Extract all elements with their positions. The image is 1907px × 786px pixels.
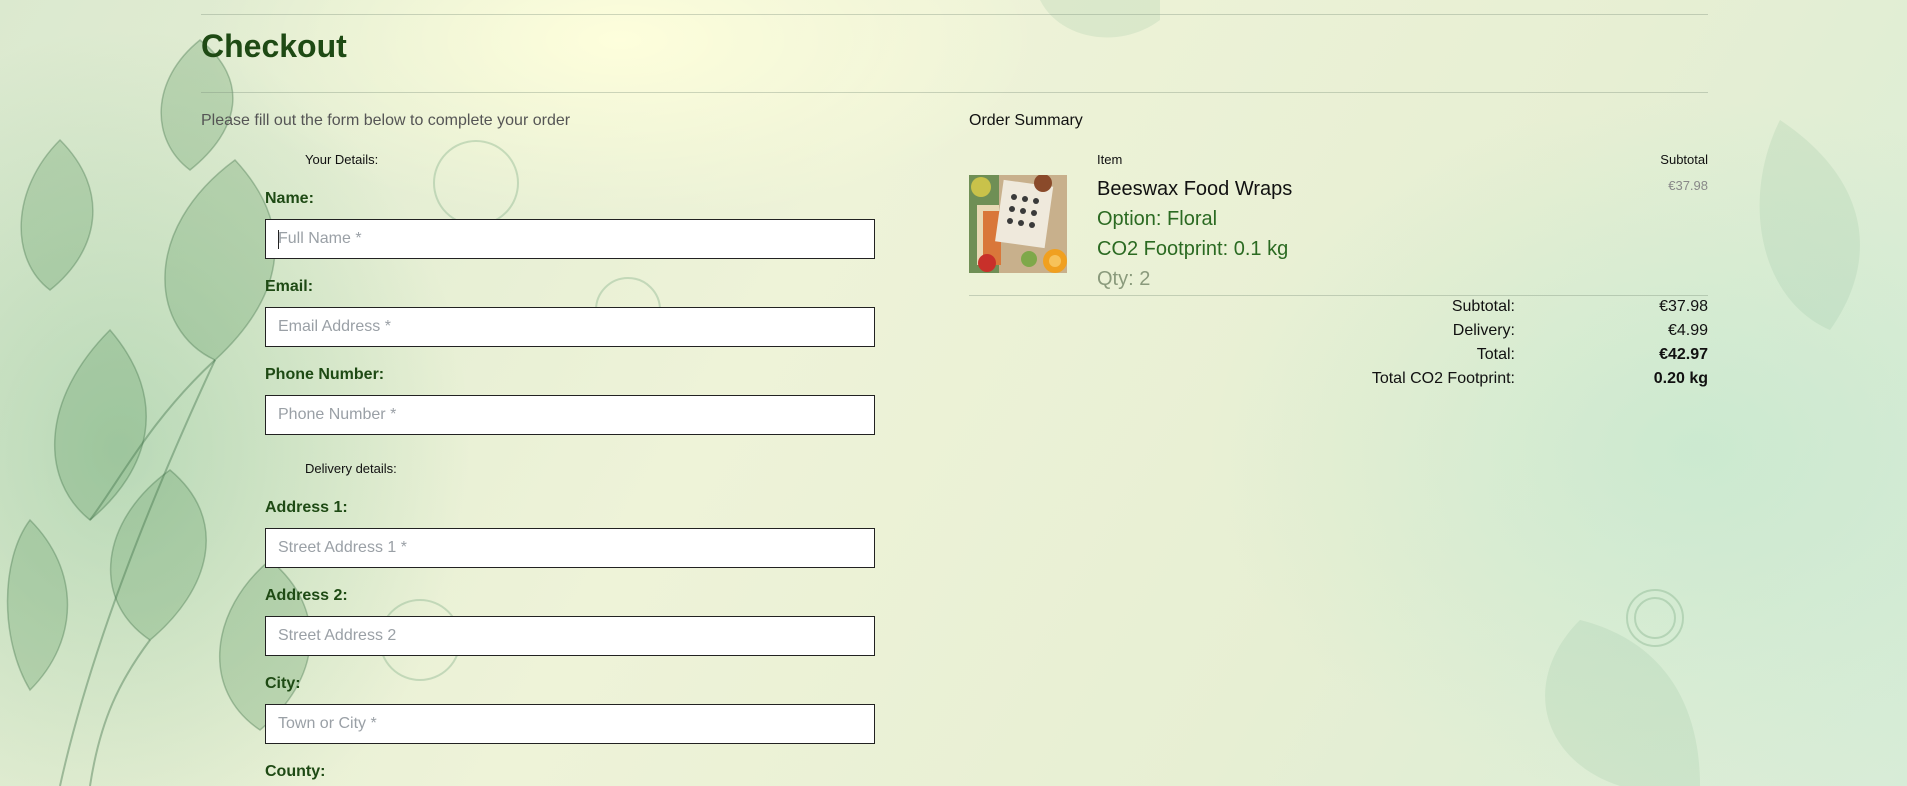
name-label: Name: [265,190,314,207]
order-summary-title: Order Summary [969,112,1083,129]
product-option: Option: Floral [1097,208,1218,230]
top-divider [201,14,1708,15]
address1-label: Address 1: [265,499,348,516]
product-subtotal: €37.98 [1668,178,1708,193]
county-label: County: [265,763,326,780]
total-co2-label: Total CO2 Footprint: [1371,370,1515,387]
subtotal-label: Subtotal: [1451,298,1515,315]
summary-divider [969,295,1708,296]
product-thumbnail [969,175,1067,273]
phone-input[interactable] [265,395,875,435]
email-label: Email: [265,278,314,295]
product-co2-footprint: CO2 Footprint: 0.1 kg [1097,238,1289,260]
item-column-header: Item [1097,152,1123,167]
total-value: €42.97 [1659,346,1708,363]
text-caret [278,230,279,249]
phone-label: Phone Number: [265,366,385,383]
subtotal-column-header: Subtotal [1660,152,1708,167]
your-details-legend: Your Details: [305,152,379,167]
street-address-1-input[interactable] [265,528,875,568]
town-city-input[interactable] [265,704,875,744]
beeswax-wraps-photo-icon [969,175,1067,273]
delivery-label: Delivery: [1452,322,1515,339]
checkout-page: Checkout Please fill out the form below … [0,0,1907,786]
subtotal-value: €37.98 [1659,298,1708,315]
form-intro-text: Please fill out the form below to comple… [201,112,571,129]
product-quantity: Qty: 2 [1097,268,1151,290]
address2-label: Address 2: [265,587,348,604]
product-name: Beeswax Food Wraps [1097,178,1293,200]
total-label: Total: [1476,346,1515,363]
delivery-value: €4.99 [1667,322,1708,339]
page-title: Checkout [201,28,347,64]
total-co2-value: 0.20 kg [1653,370,1708,387]
delivery-details-legend: Delivery details: [305,461,397,476]
title-divider [201,92,1708,93]
full-name-input[interactable] [265,219,875,259]
email-input[interactable] [265,307,875,347]
city-label: City: [265,675,301,692]
street-address-2-input[interactable] [265,616,875,656]
